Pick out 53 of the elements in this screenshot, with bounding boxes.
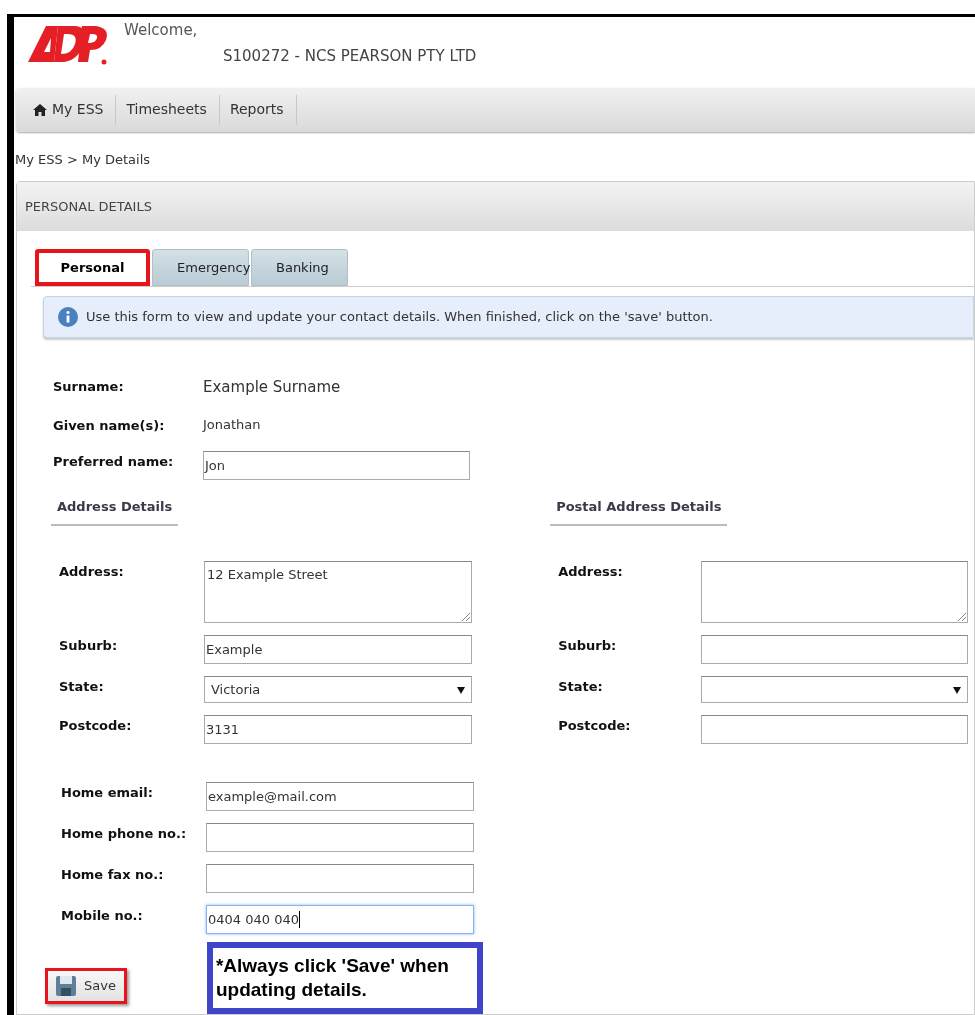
field-label: Surname: [53,378,125,396]
field-label: Home fax no.: [61,866,165,884]
state-select[interactable]: Victoria [204,676,472,703]
field-label: Postcode: [59,717,133,735]
company-name: S100272 - NCS PEARSON PTY LTD [223,45,477,67]
input-field[interactable] [701,715,969,744]
state-select[interactable] [701,676,969,703]
field-label: Home email: [61,784,154,802]
field-label: Postcode: [558,717,632,735]
section-heading: Address Details [57,499,173,514]
field-label: Mobile no.: [61,907,144,925]
field-label: Suburb: [558,637,618,655]
input-field[interactable] [206,823,474,852]
field-value: 12 Example Street [207,566,328,584]
dropdown-arrow-icon [953,685,962,694]
given-name-value: Jonathan [203,415,261,434]
address-field[interactable]: 12 Example Street [204,561,472,623]
note-callout: *Always click 'Save' when updating details. [206,942,483,1014]
input-field[interactable]: 0404 040 040 [206,905,474,934]
field-label: Home phone no.: [61,825,188,843]
info-banner: Use this form to view and update your contact details. When finished, click on the 'save' button. [43,296,974,338]
resize-handle-icon [462,613,470,621]
save-button[interactable]: Save [45,968,127,1004]
input-field[interactable]: example@mail.com [206,782,474,811]
input-field[interactable]: Example [204,635,472,664]
surname-value: Example Surname [203,377,341,398]
field-label: State: [59,678,105,696]
welcome-text: Welcome, [124,20,199,41]
resize-handle-icon [958,613,967,621]
text-cursor [299,911,300,928]
nav-link[interactable]: Reports [224,95,297,125]
tab[interactable]: Personal [35,249,150,286]
dropdown-arrow-icon [457,685,465,694]
input-field[interactable]: Jon [203,451,470,480]
tab[interactable]: Banking [251,249,348,286]
section-heading: Postal Address Details [556,499,722,514]
nav-link[interactable]: Timesheets [121,95,220,125]
field-label: Suburb: [59,637,119,655]
input-field[interactable]: 3131 [204,715,472,744]
field-label: Preferred name: [53,453,175,471]
home-icon [33,104,47,116]
field-label: Address: [558,563,624,581]
input-field[interactable] [701,635,969,664]
address-field[interactable] [701,561,969,623]
tab[interactable]: Emergency [152,249,249,286]
nav-link[interactable]: My ESS [28,95,117,125]
info-icon [58,307,78,327]
input-field[interactable] [206,864,474,893]
panel-header: PERSONAL DETAILS [17,182,974,231]
breadcrumb: My ESS > My Details [15,150,152,169]
field-label: State: [558,678,604,696]
field-label: Given name(s): [53,416,166,435]
field-label: Address: [59,563,125,581]
